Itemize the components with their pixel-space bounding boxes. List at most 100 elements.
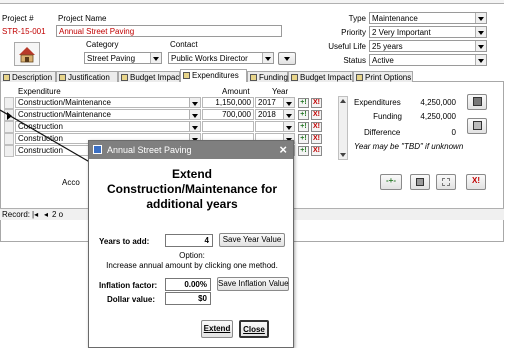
row-selector[interactable] (4, 121, 14, 133)
move-button[interactable] (436, 174, 456, 190)
inflation-factor-input[interactable]: 0.00% (165, 278, 211, 291)
report-button[interactable] (467, 118, 487, 134)
calculator-button[interactable] (467, 94, 487, 110)
tab-budget-impact[interactable]: Budget Impact (288, 71, 353, 82)
priority-select[interactable]: 2 Very Important (369, 26, 487, 38)
type-select[interactable]: Maintenance (369, 12, 487, 24)
tab-expenditures[interactable]: Expenditures (180, 69, 247, 82)
project-image-icon[interactable] (14, 42, 40, 66)
app-icon (93, 145, 102, 154)
summary-funding-label: Funding (373, 112, 402, 121)
record-value[interactable]: 2 o (52, 210, 63, 219)
useful-life-select[interactable]: 25 years (369, 40, 487, 52)
amount-cell[interactable]: 1,150,000 (202, 97, 254, 108)
table-row[interactable]: Construction/Maintenance 700,000 2018 +! X! (4, 109, 338, 121)
delete-row-button[interactable]: X! (311, 146, 322, 156)
category-value: Street Paving (87, 54, 136, 63)
grid-scrollbar[interactable] (338, 96, 348, 160)
expenditure-text: Construction/Maintenance (18, 98, 111, 107)
year-text: 2018 (258, 110, 276, 119)
year-cell[interactable]: 2018 (255, 109, 295, 120)
delete-row-button[interactable]: X! (311, 110, 322, 120)
delete-row-button[interactable]: X! (311, 122, 322, 132)
chevron-down-icon[interactable] (189, 110, 200, 119)
tab-icon (3, 74, 10, 81)
tab-funding[interactable]: Funding (247, 71, 288, 82)
chevron-down-icon[interactable] (189, 98, 200, 107)
status-value: Active (372, 56, 394, 65)
close-icon[interactable]: × (279, 142, 287, 157)
year-tbd-note: Year may be "TBD" if unknown (354, 142, 464, 151)
row-selector[interactable] (4, 145, 14, 157)
chevron-down-icon[interactable] (475, 55, 486, 65)
tab-label: Budget Impact (130, 73, 182, 82)
calculator-icon (472, 97, 482, 106)
expenditure-cell[interactable]: Construction/Maintenance (15, 109, 201, 120)
delete-row-button[interactable]: X! (311, 98, 322, 108)
window-right-edge (504, 0, 532, 348)
project-name-value: Annual Street Paving (59, 27, 135, 36)
amount-cell[interactable] (202, 121, 254, 132)
close-button[interactable]: Close (239, 320, 269, 338)
scroll-up-arrow[interactable] (340, 99, 346, 103)
category-select[interactable]: Street Paving (84, 52, 162, 64)
contact-value: Public Works Director (171, 54, 248, 63)
tab-budget-impact[interactable]: Budget Impact (118, 71, 182, 82)
useful-life-label: Useful Life (328, 42, 366, 51)
amount-cell[interactable]: 700,000 (202, 109, 254, 120)
add-row-button[interactable]: +! (298, 110, 309, 120)
status-select[interactable]: Active (369, 54, 487, 66)
year-cell[interactable] (255, 121, 295, 132)
tab-icon (121, 74, 128, 81)
delete-button[interactable]: X! (466, 174, 486, 190)
tab-justification[interactable]: Justification (56, 71, 118, 82)
top-strip (0, 0, 504, 4)
years-to-add-input[interactable]: 4 (165, 234, 213, 247)
table-row[interactable]: Construction +! X! (4, 121, 338, 133)
scroll-down-arrow[interactable] (340, 153, 346, 157)
chevron-down-icon[interactable] (189, 122, 200, 131)
add-row-button[interactable]: +! (298, 122, 309, 132)
row-selector[interactable] (4, 97, 14, 109)
col-expenditure-header: Expenditure (18, 87, 61, 96)
expenditure-cell[interactable]: Construction/Maintenance (15, 97, 201, 108)
expenditure-text: Construction (18, 146, 63, 155)
tab-description[interactable]: Description (0, 71, 56, 82)
table-row[interactable]: Construction/Maintenance 1,150,000 2017 +! X… (4, 97, 338, 109)
acco-label: Acco (62, 178, 80, 187)
chevron-down-icon[interactable] (283, 110, 294, 119)
add-year-button[interactable]: -+- (380, 174, 402, 190)
prev-record-icon[interactable]: ◂ (44, 210, 48, 219)
useful-life-value: 25 years (372, 42, 403, 51)
project-number-value[interactable]: STR-15-001 (2, 27, 46, 36)
chevron-down-icon[interactable] (475, 41, 486, 51)
dialog-titlebar[interactable]: Annual Street Paving × (89, 141, 293, 159)
first-record-icon[interactable]: |◂ (32, 210, 38, 219)
year-cell[interactable]: 2017 (255, 97, 295, 108)
chevron-down-icon[interactable] (262, 53, 273, 63)
chevron-down-icon[interactable] (283, 122, 294, 131)
contact-select[interactable]: Public Works Director (168, 52, 274, 64)
row-selector[interactable] (4, 133, 14, 145)
expenditure-text: Construction (18, 122, 63, 131)
chevron-down-icon[interactable] (283, 98, 294, 107)
chevron-down-icon[interactable] (150, 53, 161, 63)
delete-row-button[interactable]: X! (311, 134, 322, 144)
col-amount-header: Amount (222, 87, 250, 96)
chevron-down-icon[interactable] (475, 13, 486, 23)
project-name-input[interactable]: Annual Street Paving (56, 25, 282, 37)
chevron-down-icon[interactable] (475, 27, 486, 37)
row-selector[interactable] (4, 109, 14, 121)
copy-button[interactable] (410, 174, 430, 190)
extend-button[interactable]: Extend (201, 320, 233, 338)
contact-lookup-button[interactable] (278, 52, 296, 65)
tab-print-options[interactable]: Print Options (353, 71, 413, 82)
save-year-value-button[interactable]: Save Year Value (219, 233, 285, 247)
add-row-button[interactable]: +! (298, 134, 309, 144)
save-inflation-value-button[interactable]: Save Inflation Value (217, 277, 289, 291)
add-row-button[interactable]: +! (298, 98, 309, 108)
current-row-icon (7, 112, 12, 120)
dollar-value-input[interactable]: $0 (165, 292, 211, 305)
add-row-button[interactable]: +! (298, 146, 309, 156)
expenditure-cell[interactable]: Construction (15, 121, 201, 132)
